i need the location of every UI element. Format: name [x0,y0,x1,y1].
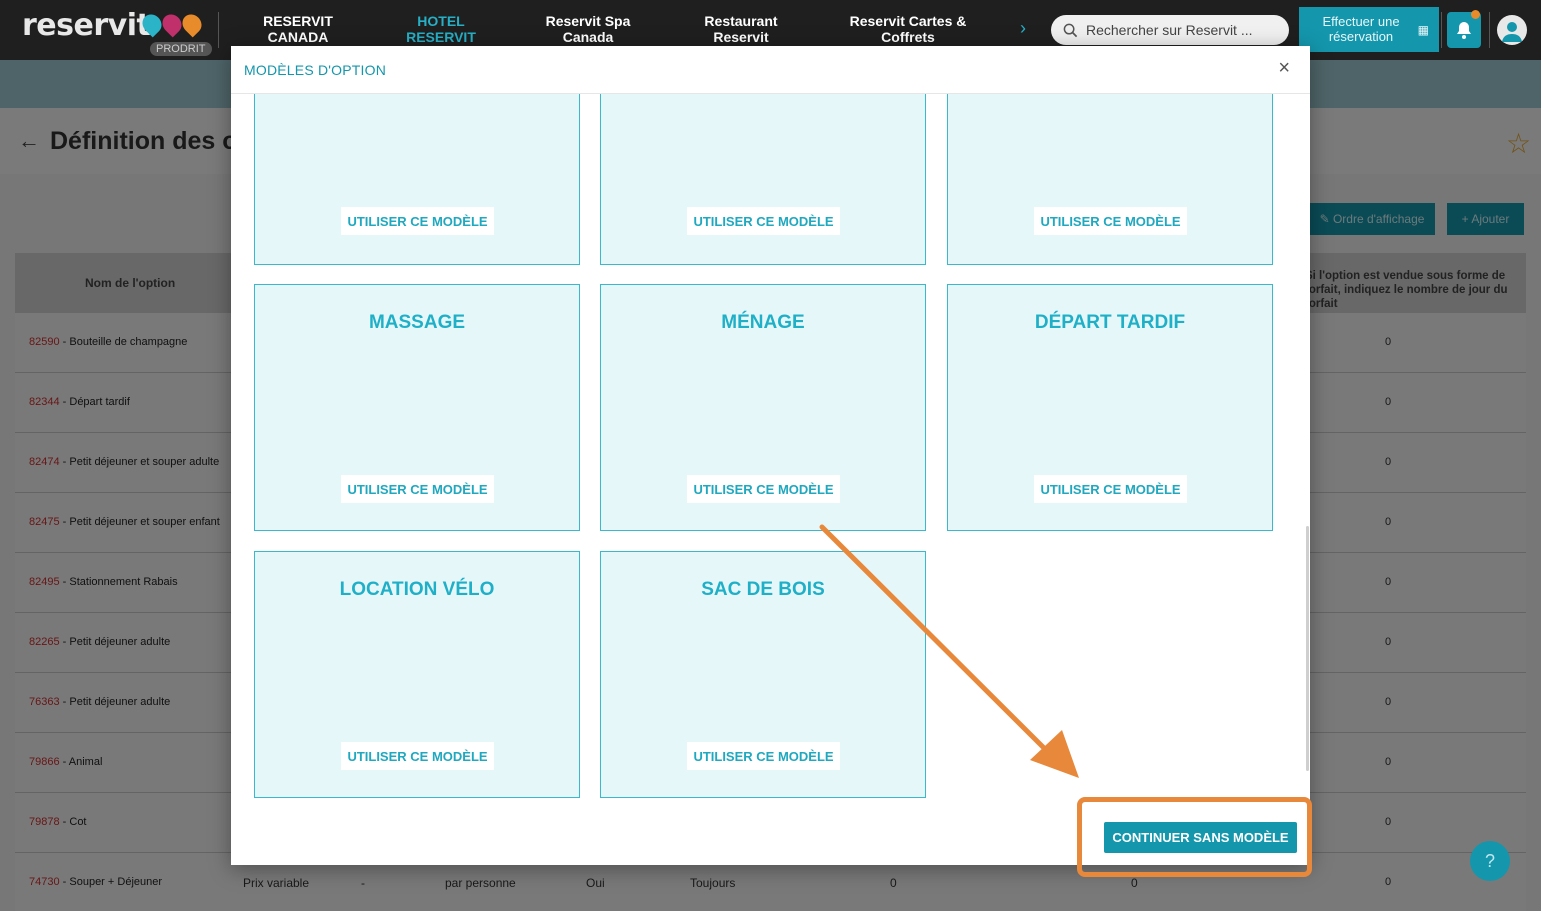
help-button[interactable]: ? [1470,841,1510,881]
annotation-arrow-icon [819,524,1079,778]
annotation-highlight-box [1077,797,1312,877]
